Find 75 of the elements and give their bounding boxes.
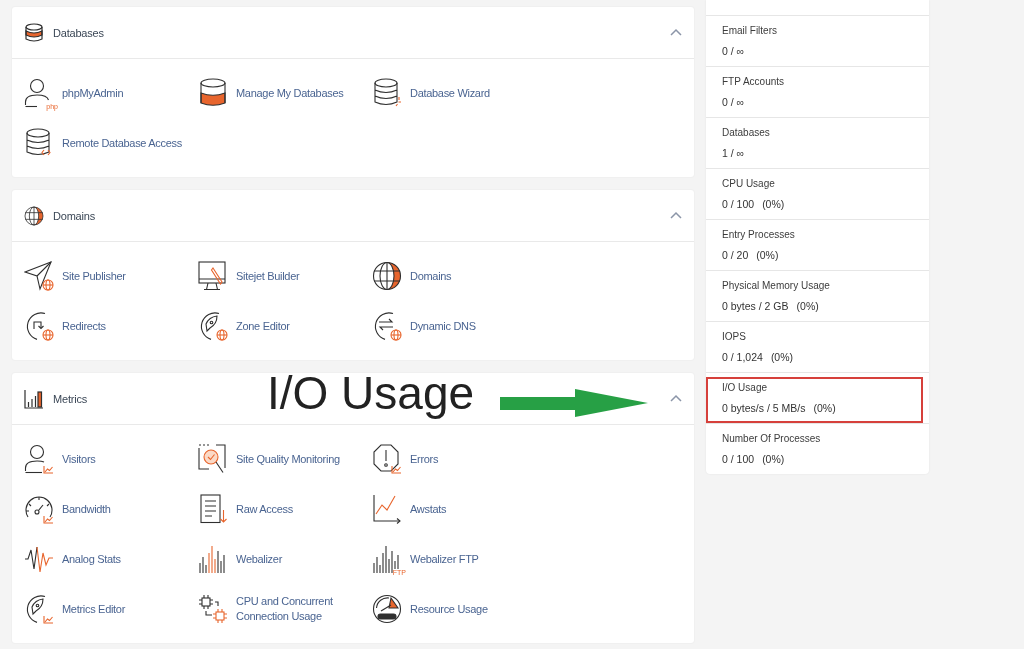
monitor-pencil-icon	[198, 261, 228, 291]
stat-value: 0 bytes/s / 5 MB/s	[722, 401, 806, 415]
tool-link[interactable]: Zone Editor	[236, 318, 290, 334]
section-title: Metrics	[53, 391, 88, 406]
stat-label: Entry Processes	[722, 228, 796, 242]
tool-link[interactable]: Analog Stats	[62, 551, 121, 567]
stat-label: Email Filters	[722, 24, 778, 38]
stat-value: 0 / 100	[722, 197, 755, 211]
stat-label: FTP Accounts	[722, 75, 786, 89]
gauge-icon	[24, 494, 54, 524]
chevron-up-icon[interactable]	[670, 28, 682, 37]
stat-value: 0 bytes / 2 GB	[722, 299, 789, 313]
section-title: Databases	[53, 25, 104, 40]
tool-link[interactable]: Errors	[410, 451, 439, 467]
speedometer-icon	[372, 594, 402, 624]
globe-icon	[24, 205, 44, 226]
magnifier-icon	[198, 444, 228, 474]
tool-link[interactable]: Raw Access	[236, 501, 293, 517]
bar-chart-icon	[24, 388, 44, 409]
tool-link[interactable]: Domains	[410, 268, 452, 284]
tool-link[interactable]: Webalizer FTP	[410, 551, 479, 567]
stat-value: 0 / ∞	[722, 44, 745, 58]
stat-value: 0 / 1,024	[722, 350, 763, 364]
stat-value: 0 / 100	[722, 452, 755, 466]
stat-percent: (0%)	[756, 248, 779, 262]
tool-link[interactable]: Sitejet Builder	[236, 268, 300, 284]
tool-link[interactable]: Database Wizard	[410, 85, 490, 101]
person-icon	[24, 444, 54, 474]
database-icon	[24, 128, 54, 158]
database-icon	[198, 78, 228, 108]
stat-value: 0 / 20	[722, 248, 749, 262]
line-chart-icon	[372, 494, 402, 524]
document-icon	[198, 494, 228, 524]
tool-link[interactable]: Dynamic DNS	[410, 318, 476, 334]
stat-label: Databases	[722, 126, 771, 140]
tool-link[interactable]: CPU and Concurrent Connection Usage	[236, 594, 361, 624]
stat-label: Number Of Processes	[722, 432, 822, 446]
tool-link[interactable]: Awstats	[410, 501, 447, 517]
stat-percent: (0%)	[813, 401, 836, 415]
tool-link[interactable]: Site Quality Monitoring	[236, 451, 340, 467]
stat-percent: (0%)	[770, 350, 794, 364]
stat-value: 1 / ∞	[722, 146, 745, 160]
tool-link[interactable]: phpMyAdmin	[62, 85, 124, 101]
tool-link[interactable]: Bandwidth	[62, 501, 111, 517]
stat-percent: (0%)	[762, 452, 785, 466]
redirect-arrow-icon	[24, 311, 54, 341]
tool-link[interactable]: Webalizer	[236, 551, 282, 567]
tool-link[interactable]: Resource Usage	[410, 601, 488, 617]
tool-link[interactable]: Redirects	[62, 318, 106, 334]
chevron-up-icon[interactable]	[670, 394, 682, 403]
bar-chart-icon	[198, 544, 228, 574]
stat-percent: (0%)	[796, 299, 819, 313]
stat-label: I/O Usage	[722, 381, 769, 395]
stat-label: Physical Memory Usage	[722, 279, 831, 293]
rocket-icon	[198, 311, 228, 341]
rocket-icon	[24, 594, 54, 624]
tool-link[interactable]: Visitors	[62, 451, 96, 467]
database-icon	[24, 22, 44, 43]
stat-label: IOPS	[722, 330, 747, 344]
chip-icon	[198, 594, 228, 624]
tool-link[interactable]: Metrics Editor	[62, 601, 126, 617]
stat-percent: (0%)	[762, 197, 785, 211]
warning-octagon-icon	[372, 444, 402, 474]
paper-plane-icon	[24, 261, 54, 291]
tool-link[interactable]: Site Publisher	[62, 268, 126, 284]
swap-arrows-icon	[372, 311, 402, 341]
stat-value: 0 / ∞	[722, 95, 745, 109]
section-title: Domains	[53, 208, 95, 223]
globe-icon	[372, 261, 402, 291]
chevron-up-icon[interactable]	[670, 211, 682, 220]
tool-link[interactable]: Manage My Databases	[236, 85, 344, 101]
stat-label: CPU Usage	[722, 177, 776, 191]
tool-link[interactable]: Remote Database Access	[62, 135, 182, 151]
database-icon	[372, 78, 402, 108]
wave-icon	[24, 544, 54, 574]
